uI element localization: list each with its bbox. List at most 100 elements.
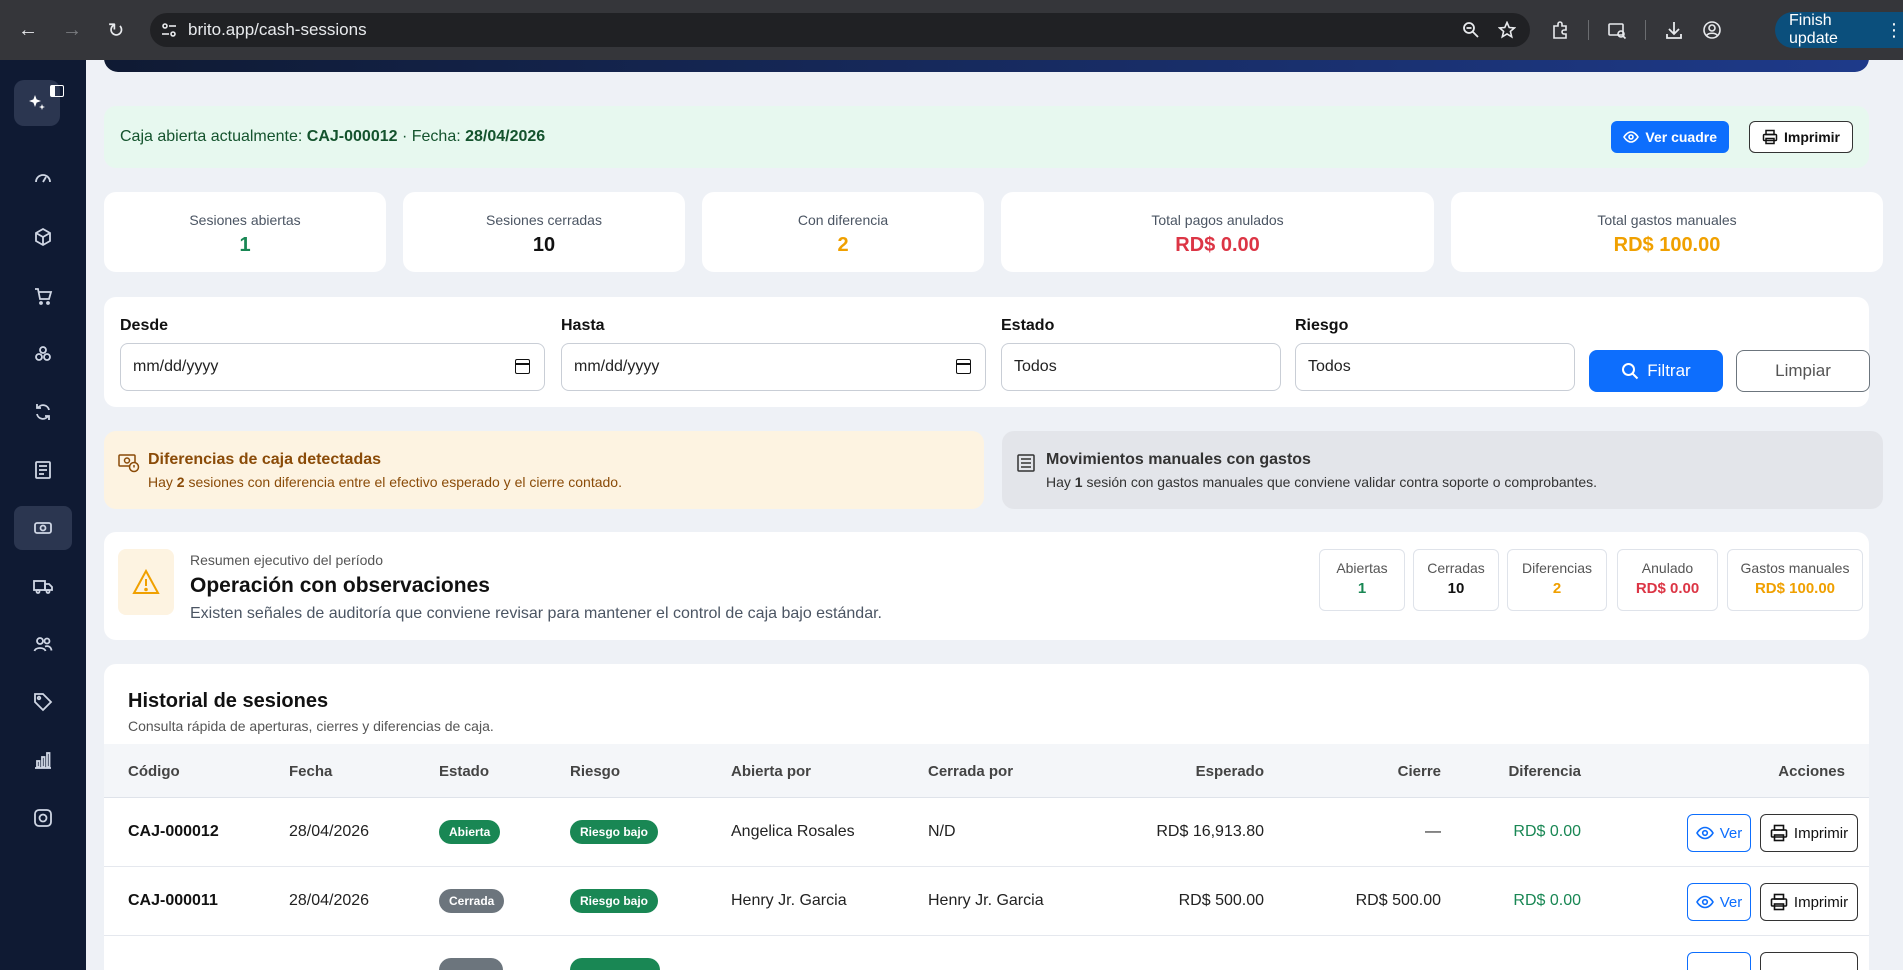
sync-icon <box>36 404 50 420</box>
column-header[interactable]: Diferencia <box>1508 763 1581 780</box>
cell-date: 28/04/2026 <box>289 823 370 840</box>
print-session-button[interactable]: Imprimir <box>1760 814 1858 852</box>
sidebar-item-cash-sessions[interactable] <box>14 506 72 550</box>
column-header[interactable]: Cerrada por <box>928 763 1013 780</box>
stat-value: 1 <box>239 234 251 256</box>
stat-value: 2 <box>837 234 849 256</box>
desde-date-input[interactable]: mm/dd/yyyy <box>120 343 545 391</box>
printer-icon <box>1770 824 1788 842</box>
stat-card-with-difference: Con diferencia 2 <box>702 192 984 272</box>
sidebar-item-sales[interactable] <box>14 274 72 318</box>
sidebar-item-dashboard[interactable] <box>14 156 72 200</box>
sidebar-item-tags[interactable] <box>14 680 72 724</box>
column-header[interactable]: Código <box>128 763 180 780</box>
cash-alert-icon <box>118 454 140 473</box>
metric-label: Gastos manuales <box>1740 560 1850 576</box>
zoom-icon[interactable] <box>1462 21 1480 39</box>
column-header: Acciones <box>1778 763 1845 780</box>
view-session-button[interactable]: Ver <box>1687 814 1751 852</box>
summary-metric-manual-expenses: Gastos manuales RD$ 100.00 <box>1727 549 1863 611</box>
column-header[interactable]: Cierre <box>1398 763 1441 780</box>
forward-icon[interactable]: → <box>50 0 94 60</box>
riesgo-select[interactable]: Todos <box>1295 343 1575 391</box>
bookmark-star-icon[interactable] <box>1498 21 1516 39</box>
estado-select[interactable]: Todos <box>1001 343 1281 391</box>
executive-summary: Resumen ejecutivo del período Operación … <box>104 532 1869 640</box>
alert-text-a: Hay <box>1046 474 1071 490</box>
download-icon[interactable] <box>1664 20 1684 40</box>
sidebar-item-analytics[interactable] <box>14 738 72 782</box>
users-icon <box>33 637 53 652</box>
sidebar-item-users[interactable] <box>14 622 72 666</box>
print-summary-button[interactable]: Imprimir <box>1748 121 1853 153</box>
riesgo-label: Riesgo <box>1295 317 1349 334</box>
column-header[interactable]: Estado <box>439 763 489 780</box>
riesgo-value: Todos <box>1308 358 1351 375</box>
cart-icon <box>35 288 53 305</box>
stat-value: RD$ 100.00 <box>1613 234 1721 256</box>
hasta-placeholder: mm/dd/yyyy <box>574 358 660 375</box>
print-session-button[interactable]: Imprimir <box>1760 883 1858 921</box>
metric-value: 10 <box>1447 580 1465 597</box>
tag-icon <box>34 693 53 712</box>
sidebar-item-sync[interactable] <box>14 390 72 434</box>
view-summary-button[interactable]: Ver cuadre <box>1611 121 1729 153</box>
summary-metric-closed: Cerradas 10 <box>1413 549 1499 611</box>
sparkle-icon <box>29 95 45 110</box>
cell-difference: RD$ 0.00 <box>1513 892 1581 909</box>
chart-icon <box>35 752 51 769</box>
metric-label: Abiertas <box>1336 560 1388 576</box>
alert-count: 2 <box>176 474 185 490</box>
print-label: Imprimir <box>1793 824 1849 842</box>
column-header[interactable]: Riesgo <box>570 763 620 780</box>
alert-title: Diferencias de caja detectadas <box>148 451 382 468</box>
tab-search-icon[interactable] <box>1607 20 1627 40</box>
back-icon[interactable]: ← <box>6 0 50 60</box>
sidebar-item-inventory[interactable] <box>14 215 72 259</box>
filter-button[interactable]: Filtrar <box>1589 350 1723 392</box>
view-summary-label: Ver cuadre <box>1645 129 1717 145</box>
address-bar[interactable]: brito.app/cash-sessions <box>150 13 1530 47</box>
printer-icon <box>1770 893 1788 911</box>
calendar-icon[interactable] <box>515 359 530 374</box>
extensions-icon[interactable] <box>1550 20 1570 40</box>
finish-update-button[interactable]: Finish update ⋮ <box>1775 12 1903 48</box>
risk-badge: Riesgo bajo <box>570 820 659 844</box>
stat-label: Total pagos anulados <box>1151 212 1284 228</box>
column-header[interactable]: Abierta por <box>731 763 811 780</box>
calendar-icon[interactable] <box>956 359 971 374</box>
view-session-button[interactable] <box>1687 952 1751 970</box>
warning-icon <box>132 569 160 594</box>
hasta-label: Hasta <box>561 317 605 334</box>
filters-panel: Desde mm/dd/yyyy Hasta mm/dd/yyyy Estado… <box>104 297 1870 407</box>
column-header[interactable]: Fecha <box>289 763 332 780</box>
stat-card-manual-expenses: Total gastos manuales RD$ 100.00 <box>1451 192 1883 272</box>
site-info-icon[interactable] <box>150 22 188 38</box>
sidebar-item-settings[interactable] <box>14 796 72 840</box>
app-sidebar <box>0 60 86 970</box>
cell-closed-by: N/D <box>928 823 956 840</box>
clear-button[interactable]: Limpiar <box>1736 350 1870 392</box>
sidebar-toggle-icon[interactable] <box>50 85 64 97</box>
view-label: Ver <box>1719 824 1743 842</box>
column-header[interactable]: Esperado <box>1196 763 1264 780</box>
print-session-button[interactable] <box>1760 952 1858 970</box>
sidebar-item-reports[interactable] <box>14 448 72 492</box>
open-session-date-prefix: · Fecha: <box>401 128 461 145</box>
sidebar-item-modules[interactable] <box>14 332 72 376</box>
status-badge: Cerrada <box>439 889 505 913</box>
cell-expected: RD$ 16,913.80 <box>1156 823 1264 840</box>
open-session-banner: Caja abierta actualmente: CAJ-000012 · F… <box>104 106 1869 168</box>
stat-value: 10 <box>532 234 556 256</box>
modules-icon <box>35 346 51 361</box>
more-menu-icon[interactable]: ⋮ <box>1885 20 1903 41</box>
cell-expected: RD$ 500.00 <box>1178 892 1264 909</box>
clear-label: Limpiar <box>1775 361 1831 380</box>
eye-icon <box>1695 895 1714 909</box>
hasta-date-input[interactable]: mm/dd/yyyy <box>561 343 986 391</box>
sidebar-item-deliveries[interactable] <box>14 564 72 608</box>
view-session-button[interactable]: Ver <box>1687 883 1751 921</box>
reload-icon[interactable]: ↻ <box>94 0 138 60</box>
profile-icon[interactable] <box>1702 20 1722 40</box>
open-session-code: CAJ-000012 <box>306 128 398 145</box>
